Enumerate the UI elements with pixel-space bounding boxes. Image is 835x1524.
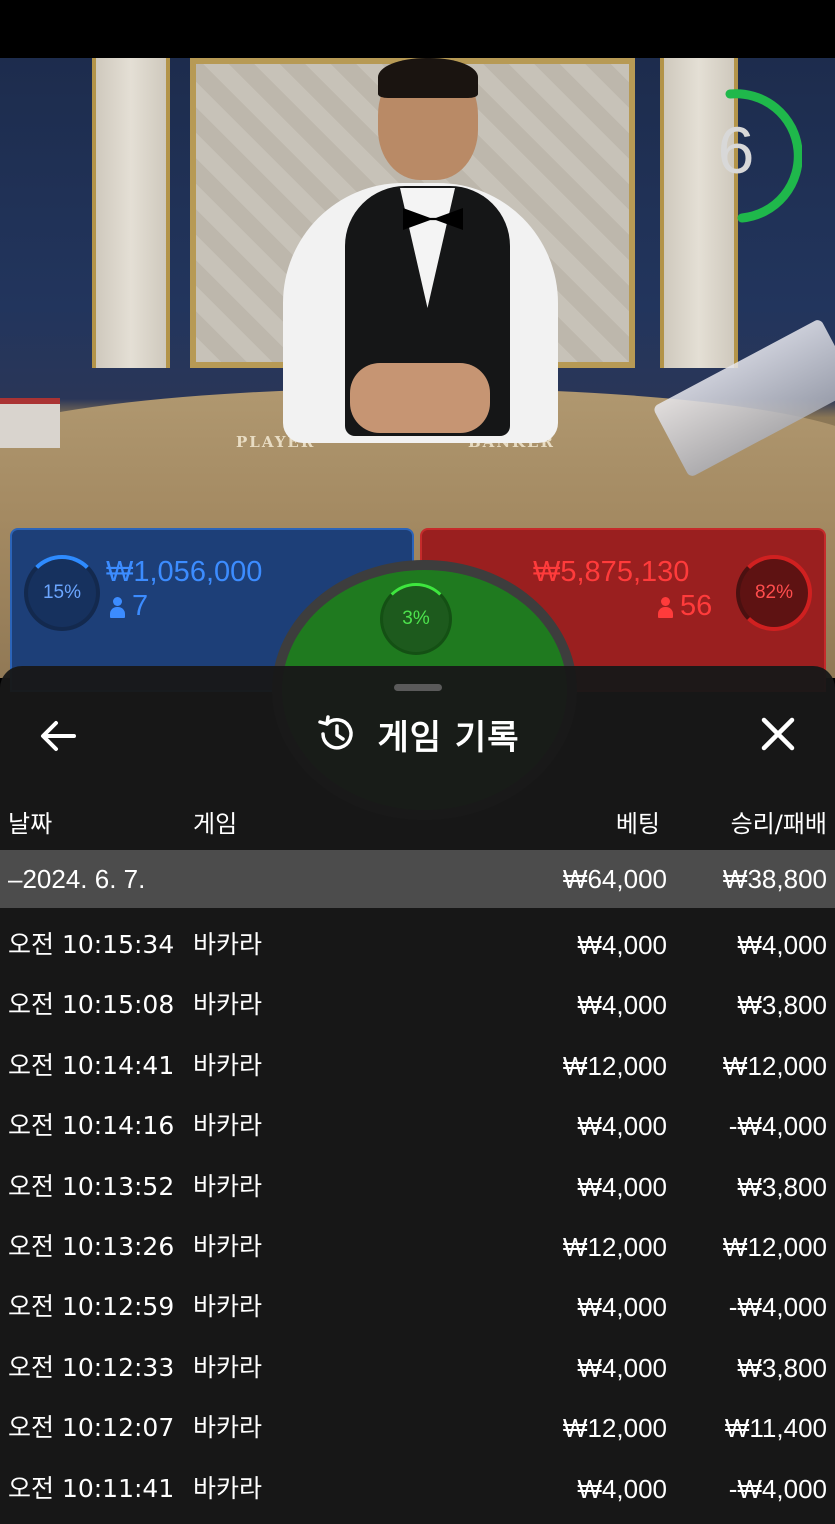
column-header-result: 승리/패배 <box>730 810 827 838</box>
summary-date: –2024. 6. 7. <box>8 864 146 894</box>
game-history-sheet: 게임 기록 날짜 게임 베팅 승리/패배 –2024. 6. 7. ₩64,00… <box>0 666 835 1524</box>
row-game: 바카라 <box>193 1353 263 1382</box>
table-row[interactable]: 오전 10:13:26 바카라 ₩12,000 ₩12,000 <box>0 1217 835 1277</box>
row-result: ₩4,000 <box>737 930 827 960</box>
row-result: ₩12,000 <box>722 1232 827 1262</box>
row-game: 바카라 <box>193 1474 263 1503</box>
table-row[interactable]: 오전 10:14:41 바카라 ₩12,000 ₩12,000 <box>0 1036 835 1096</box>
row-result: -₩4,000 <box>728 1474 827 1504</box>
row-result: -₩4,000 <box>728 1292 827 1322</box>
person-icon <box>658 597 673 618</box>
row-result: -₩4,000 <box>728 1111 827 1141</box>
table-row[interactable]: 오전 10:14:16 바카라 ₩4,000 -₩4,000 <box>0 1096 835 1156</box>
row-game: 바카라 <box>193 1111 263 1140</box>
close-icon[interactable] <box>756 712 800 756</box>
table-row[interactable]: 오전 10:15:08 바카라 ₩4,000 ₩3,800 <box>0 975 835 1035</box>
history-icon <box>317 715 353 750</box>
row-game: 바카라 <box>193 930 263 959</box>
card-stack <box>0 398 60 448</box>
banker-count: 56 <box>658 590 712 623</box>
summary-result: ₩38,800 <box>722 864 827 894</box>
row-game: 바카라 <box>193 990 263 1019</box>
row-bet: ₩4,000 <box>577 990 667 1020</box>
row-game: 바카라 <box>193 1292 263 1321</box>
person-icon <box>110 597 125 618</box>
table-row[interactable]: 오전 10:15:34 바카라 ₩4,000 ₩4,000 <box>0 915 835 975</box>
table-row[interactable]: 오전 10:12:59 바카라 ₩4,000 -₩4,000 <box>0 1277 835 1337</box>
player-count-value: 7 <box>132 590 149 622</box>
player-percent: 15% <box>24 555 100 631</box>
column-header-bet: 베팅 <box>615 810 660 838</box>
countdown-timer: 6 <box>717 113 755 187</box>
row-result: ₩3,800 <box>737 990 827 1020</box>
date-summary-row[interactable]: –2024. 6. 7. ₩64,000 ₩38,800 <box>0 850 835 908</box>
table-row[interactable]: 오전 10:12:33 바카라 ₩4,000 ₩3,800 <box>0 1338 835 1398</box>
table-row[interactable]: 오전 10:11:41 바카라 ₩4,000 -₩4,000 <box>0 1459 835 1519</box>
banker-count-value: 56 <box>680 590 713 622</box>
row-time: 오전 10:11:41 <box>8 1474 175 1503</box>
banker-total-amount: ₩5,875,130 <box>533 556 690 588</box>
row-bet: ₩4,000 <box>577 930 667 960</box>
row-time: 오전 10:15:34 <box>8 930 175 959</box>
table-row[interactable]: 오전 10:12:07 바카라 ₩12,000 ₩11,400 <box>0 1398 835 1458</box>
row-game: 바카라 <box>193 1172 263 1201</box>
row-time: 오전 10:12:59 <box>8 1292 175 1321</box>
sheet-header: 게임 기록 <box>0 706 835 762</box>
row-time: 오전 10:12:07 <box>8 1413 175 1442</box>
row-bet: ₩4,000 <box>577 1111 667 1141</box>
table-row[interactable]: 오전 10:13:52 바카라 ₩4,000 ₩3,800 <box>0 1157 835 1217</box>
column-header-game: 게임 <box>193 810 238 838</box>
row-result: ₩3,800 <box>737 1172 827 1202</box>
column-header-date: 날짜 <box>8 810 53 838</box>
row-game: 바카라 <box>193 1232 263 1261</box>
row-bet: ₩12,000 <box>562 1051 667 1081</box>
row-time: 오전 10:13:26 <box>8 1232 175 1261</box>
row-time: 오전 10:13:52 <box>8 1172 175 1201</box>
player-count: 7 <box>110 590 148 623</box>
row-bet: ₩12,000 <box>562 1232 667 1262</box>
row-result: ₩3,800 <box>737 1353 827 1383</box>
status-bar <box>0 0 835 58</box>
row-bet: ₩4,000 <box>577 1353 667 1383</box>
row-time: 오전 10:12:33 <box>8 1353 175 1382</box>
pillar <box>92 58 170 368</box>
banker-percent: 82% <box>736 555 812 631</box>
dealer-hands <box>350 363 490 433</box>
row-game: 바카라 <box>193 1051 263 1080</box>
summary-bet: ₩64,000 <box>562 864 667 894</box>
row-time: 오전 10:14:41 <box>8 1051 175 1080</box>
row-time: 오전 10:15:08 <box>8 990 175 1019</box>
row-game: 바카라 <box>193 1413 263 1442</box>
row-bet: ₩4,000 <box>577 1474 667 1504</box>
row-result: ₩11,400 <box>724 1413 827 1443</box>
tie-percent: 3% <box>380 583 452 655</box>
row-result: ₩12,000 <box>722 1051 827 1081</box>
drag-handle[interactable] <box>394 684 442 691</box>
dealer-hair <box>378 58 478 98</box>
row-bet: ₩4,000 <box>577 1172 667 1202</box>
row-bet: ₩12,000 <box>562 1413 667 1443</box>
row-bet: ₩4,000 <box>577 1292 667 1322</box>
row-time: 오전 10:14:16 <box>8 1111 175 1140</box>
sheet-title: 게임 기록 <box>377 717 520 758</box>
player-total-amount: ₩1,056,000 <box>106 556 263 588</box>
